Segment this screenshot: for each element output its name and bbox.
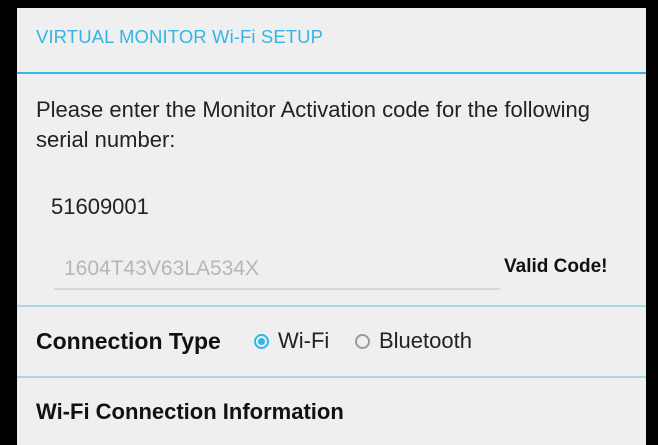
radio-selected-icon[interactable] [254,333,269,349]
title-bar: VIRTUAL MONITOR Wi-Fi SETUP [17,8,646,74]
connection-type-label: Connection Type [36,328,221,354]
radio-bluetooth[interactable]: Bluetooth [355,328,472,354]
serial-number: 51609001 [51,194,149,219]
instruction-text: Please enter the Monitor Activation code… [36,97,590,152]
input-underline [54,288,500,290]
radio-bluetooth-label: Bluetooth [379,328,472,353]
radio-wifi-label: Wi-Fi [278,328,330,353]
radio-unselected-icon[interactable] [355,333,370,349]
code-status-label: Valid Code! [504,256,608,277]
dialog-title: VIRTUAL MONITOR Wi-Fi SETUP [36,26,324,47]
activation-code-input[interactable] [54,252,500,286]
divider [17,305,646,307]
wifi-section-title: Wi-Fi Connection Information [36,399,344,424]
divider [17,376,646,378]
activation-code-field[interactable] [54,252,500,292]
radio-wifi[interactable]: Wi-Fi [254,328,329,354]
setup-dialog: VIRTUAL MONITOR Wi-Fi SETUP Please enter… [17,8,646,445]
